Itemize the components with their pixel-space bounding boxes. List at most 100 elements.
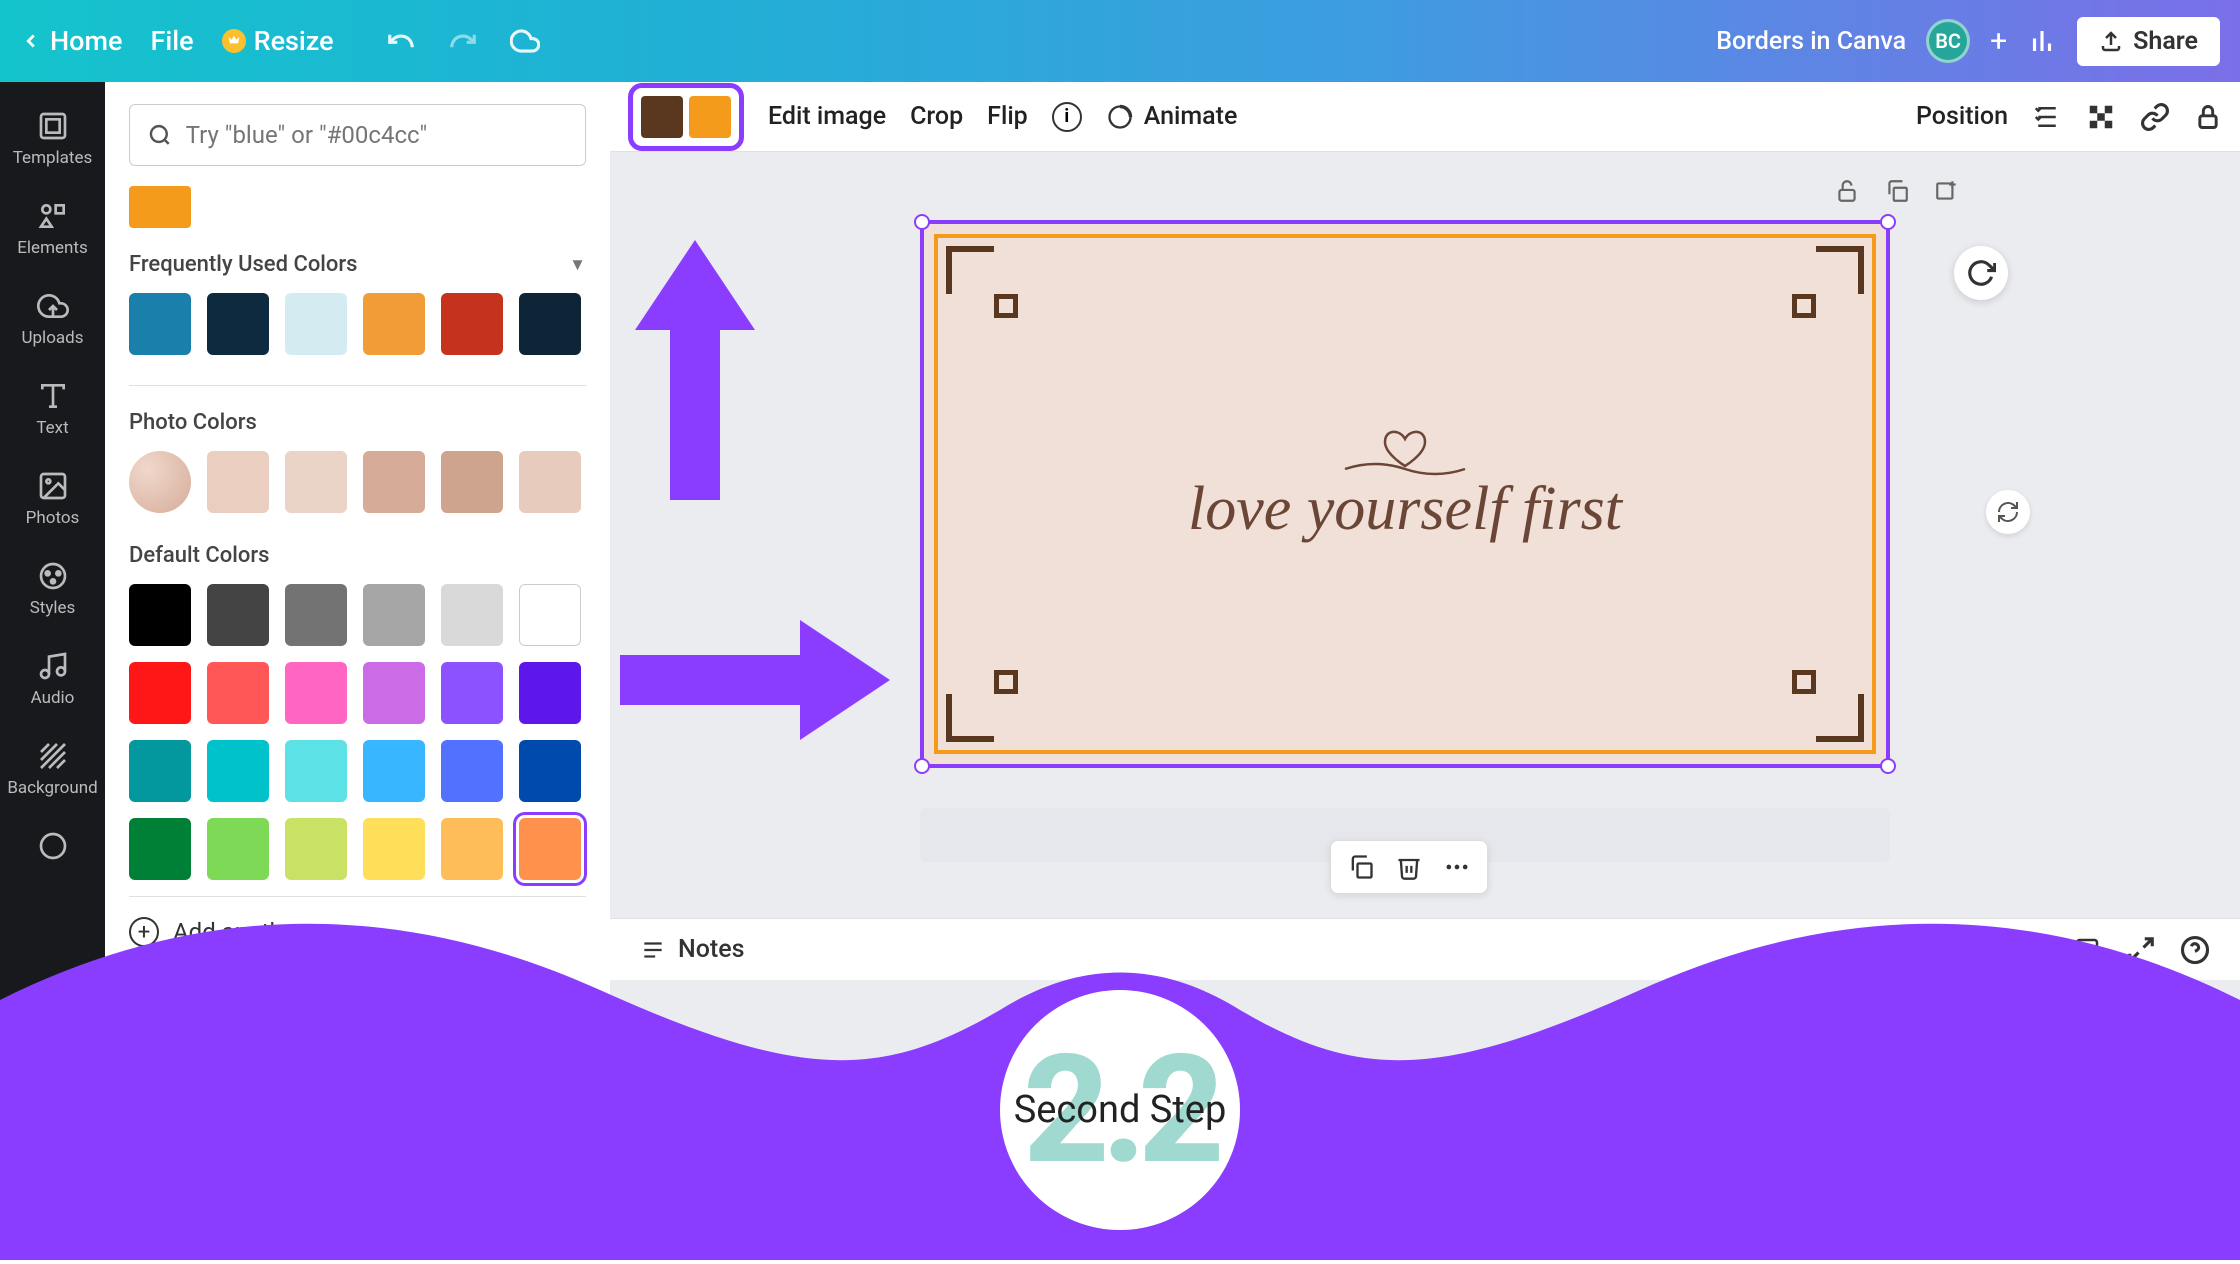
rail-more[interactable] — [0, 814, 105, 878]
color-swatch[interactable] — [441, 818, 503, 880]
color-swatch[interactable] — [285, 740, 347, 802]
design-page[interactable]: love yourself first — [920, 220, 1890, 768]
resize-handle-br[interactable] — [1880, 758, 1896, 774]
color-swatch[interactable] — [441, 451, 503, 513]
color-swatch[interactable] — [207, 584, 269, 646]
edit-image-button[interactable]: Edit image — [768, 102, 886, 131]
bottom-right-group: 1 — [2072, 935, 2210, 965]
rail-elements[interactable]: Elements — [0, 184, 105, 274]
grid-view-icon[interactable]: 1 — [2072, 935, 2102, 965]
color-swatch[interactable] — [519, 293, 581, 355]
scroll-right-arrow[interactable] — [2185, 1075, 2194, 1089]
element-color-2[interactable] — [689, 96, 731, 138]
collapse-handle[interactable] — [1700, 1068, 1720, 1078]
rail-styles[interactable]: Styles — [0, 544, 105, 634]
user-avatar[interactable]: BC — [1926, 19, 1970, 63]
color-swatch[interactable] — [363, 293, 425, 355]
rail-text[interactable]: Text — [0, 364, 105, 454]
color-swatch[interactable] — [363, 584, 425, 646]
color-swatch[interactable] — [441, 662, 503, 724]
transparency-icon[interactable] — [2086, 102, 2116, 132]
rail-uploads[interactable]: Uploads — [0, 274, 105, 364]
fullscreen-icon[interactable] — [2126, 935, 2156, 965]
resize-handle-tr[interactable] — [1880, 214, 1896, 230]
insights-icon[interactable] — [2027, 26, 2057, 56]
color-swatch[interactable] — [129, 818, 191, 880]
rail-photos[interactable]: Photos — [0, 454, 105, 544]
color-swatch[interactable] — [285, 293, 347, 355]
styles-icon — [37, 560, 69, 592]
notes-button[interactable]: Notes — [640, 935, 745, 964]
current-color-swatch[interactable] — [129, 186, 191, 228]
color-swatch[interactable] — [519, 740, 581, 802]
color-search-input[interactable] — [186, 121, 567, 149]
resize-button[interactable]: Resize — [222, 25, 334, 57]
document-title[interactable]: Borders in Canva — [1716, 27, 1906, 56]
layers-icon[interactable] — [2032, 102, 2062, 132]
link-icon[interactable] — [2140, 102, 2170, 132]
undo-icon[interactable] — [386, 26, 416, 56]
home-button[interactable]: Home — [20, 25, 122, 57]
color-swatch[interactable] — [129, 662, 191, 724]
color-swatch[interactable] — [285, 584, 347, 646]
color-swatch[interactable] — [285, 662, 347, 724]
scroll-left-arrow[interactable] — [1226, 1075, 1235, 1089]
color-swatch[interactable] — [207, 740, 269, 802]
color-swatch[interactable] — [129, 451, 191, 513]
color-search[interactable] — [129, 104, 586, 166]
rail-audio-label: Audio — [31, 688, 75, 708]
page-lock-icon[interactable] — [1834, 178, 1860, 204]
default-colors-grid — [129, 584, 586, 880]
info-icon[interactable]: i — [1052, 102, 1082, 132]
color-swatch[interactable] — [285, 451, 347, 513]
color-swatch[interactable] — [441, 584, 503, 646]
rail-audio[interactable]: Audio — [0, 634, 105, 724]
color-swatch[interactable] — [519, 662, 581, 724]
position-button[interactable]: Position — [1916, 102, 2008, 131]
color-swatch[interactable] — [207, 662, 269, 724]
help-icon[interactable] — [2180, 935, 2210, 965]
lock-icon[interactable] — [2194, 103, 2222, 131]
add-collaborator-button[interactable]: + — [1990, 24, 2007, 59]
color-swatch[interactable] — [129, 584, 191, 646]
color-swatch[interactable] — [363, 818, 425, 880]
color-swatch[interactable] — [363, 662, 425, 724]
color-swatch[interactable] — [129, 740, 191, 802]
trash-icon[interactable] — [1395, 853, 1423, 881]
rail-templates[interactable]: Templates — [0, 94, 105, 184]
crop-button[interactable]: Crop — [910, 102, 963, 131]
rail-background[interactable]: Background — [0, 724, 105, 814]
redo-icon[interactable] — [448, 26, 478, 56]
resize-handle-bl[interactable] — [914, 758, 930, 774]
animate-button[interactable]: Animate — [1106, 102, 1238, 131]
add-page-icon[interactable] — [1934, 178, 1960, 204]
add-another-button[interactable]: + Add another — [129, 896, 586, 947]
color-swatch[interactable] — [285, 818, 347, 880]
cloud-sync-icon[interactable] — [510, 26, 540, 56]
sync-fab[interactable] — [1986, 490, 2030, 534]
color-swatch[interactable] — [363, 451, 425, 513]
duplicate-icon[interactable] — [1347, 853, 1375, 881]
color-swatch[interactable] — [441, 740, 503, 802]
refresh-fab[interactable] — [1954, 246, 2008, 300]
color-swatch[interactable] — [207, 293, 269, 355]
color-swatch[interactable] — [519, 818, 581, 880]
share-button[interactable]: Share — [2077, 17, 2220, 66]
color-swatch[interactable] — [363, 740, 425, 802]
element-colors[interactable] — [628, 83, 744, 151]
flip-button[interactable]: Flip — [987, 102, 1028, 131]
element-color-1[interactable] — [641, 96, 683, 138]
file-button[interactable]: File — [150, 25, 193, 57]
color-swatch[interactable] — [519, 451, 581, 513]
color-swatch[interactable] — [207, 818, 269, 880]
chevron-down-icon[interactable]: ▼ — [569, 255, 586, 275]
color-swatch[interactable] — [207, 451, 269, 513]
resize-handle-tl[interactable] — [914, 214, 930, 230]
context-toolbar: Edit image Crop Flip i Animate Position — [610, 82, 2240, 152]
script-text[interactable]: love yourself first — [1188, 474, 1622, 545]
color-swatch[interactable] — [519, 584, 581, 646]
color-swatch[interactable] — [441, 293, 503, 355]
duplicate-page-icon[interactable] — [1884, 178, 1910, 204]
more-icon[interactable] — [1443, 853, 1471, 881]
color-swatch[interactable] — [129, 293, 191, 355]
